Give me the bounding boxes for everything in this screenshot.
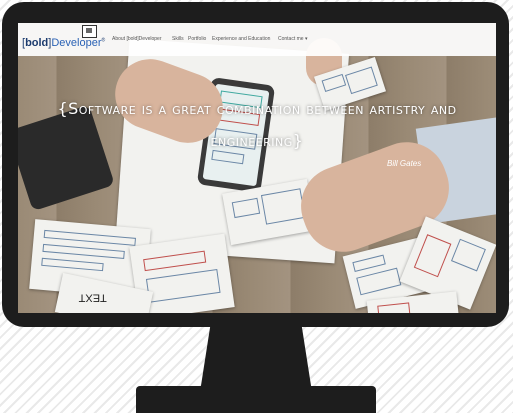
nav-about[interactable]: About [bold]Developer [112,36,161,42]
hero-quote-author: Bill Gates [387,159,422,168]
nav-contact[interactable]: Contact me ▾ [278,36,307,42]
nav-portfolio[interactable]: Portfolio [188,36,206,42]
logo-bold: bold [25,37,49,49]
hero-quote: {Software is a great combination between… [57,99,457,150]
paper-text-label: TEXT [78,291,107,304]
logo-developer: Developer [51,37,102,49]
monitor-stand-base [136,386,376,413]
logo-frame-icon [82,25,97,38]
website-screen: [bold]Developer® About [bold]Developer S… [18,23,496,313]
logo-registered-mark: ® [101,37,106,44]
site-logo[interactable]: [bold]Developer® [22,37,105,49]
site-navbar: [bold]Developer® About [bold]Developer S… [18,23,496,56]
monitor-frame: [bold]Developer® About [bold]Developer S… [2,2,509,327]
nav-skills[interactable]: Skills [172,36,184,42]
nav-experience[interactable]: Experience and Education [212,36,270,42]
monitor-stand-neck [200,320,312,392]
